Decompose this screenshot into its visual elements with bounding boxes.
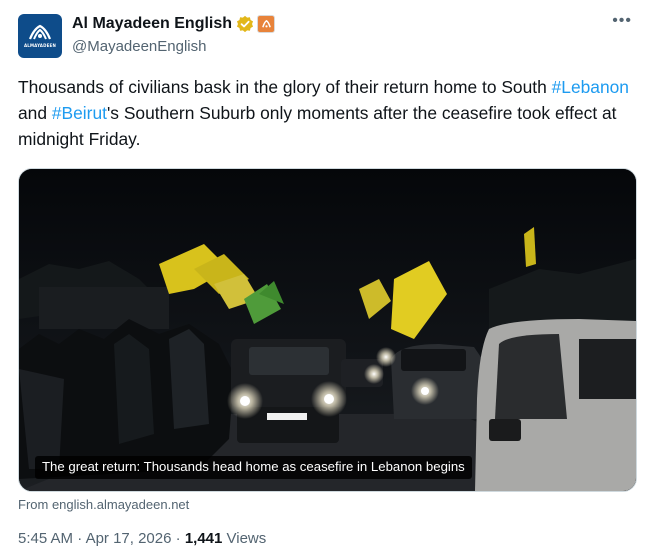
meta-separator: · (73, 530, 86, 547)
tweet-card: ALMAYADEEN Al Mayadeen English @Mayadeen… (0, 0, 654, 558)
name-row: Al Mayadeen English (72, 14, 276, 34)
more-options-icon[interactable]: ••• (612, 12, 632, 30)
verified-gold-badge-icon[interactable] (236, 15, 254, 33)
night-crowd-photo (19, 169, 636, 491)
card-caption: The great return: Thousands head home as… (35, 456, 472, 479)
avatar-text: ALMAYADEEN (23, 42, 57, 48)
meta-separator: · (171, 530, 185, 547)
tweet-time[interactable]: 5:45 AM (18, 530, 73, 547)
affiliate-logo-icon[interactable] (257, 15, 276, 33)
tweet-meta: 5:45 AM · Apr 17, 2026 · 1,441 Views (18, 529, 266, 549)
avatar[interactable]: ALMAYADEEN (18, 14, 62, 58)
link-source[interactable]: From english.almayadeen.net (18, 496, 189, 514)
tweet-text-part: 's Southern Suburb only moments after th… (18, 103, 617, 149)
hashtag-link[interactable]: #Beirut (52, 103, 107, 123)
display-name[interactable]: Al Mayadeen English (72, 14, 232, 34)
link-card-image[interactable]: The great return: Thousands head home as… (18, 168, 637, 492)
handle[interactable]: @MayadeenEnglish (72, 37, 206, 57)
tweet-text-part: Thousands of civilians bask in the glory… (18, 77, 552, 97)
tweet-text: Thousands of civilians bask in the glory… (18, 74, 638, 152)
views-label: Views (222, 530, 267, 547)
views-count[interactable]: 1,441 (185, 530, 223, 547)
hashtag-link[interactable]: #Lebanon (552, 77, 629, 97)
al-mayadeen-logo-icon (28, 24, 52, 39)
tweet-date[interactable]: Apr 17, 2026 (86, 530, 172, 547)
tweet-text-part: and (18, 103, 52, 123)
